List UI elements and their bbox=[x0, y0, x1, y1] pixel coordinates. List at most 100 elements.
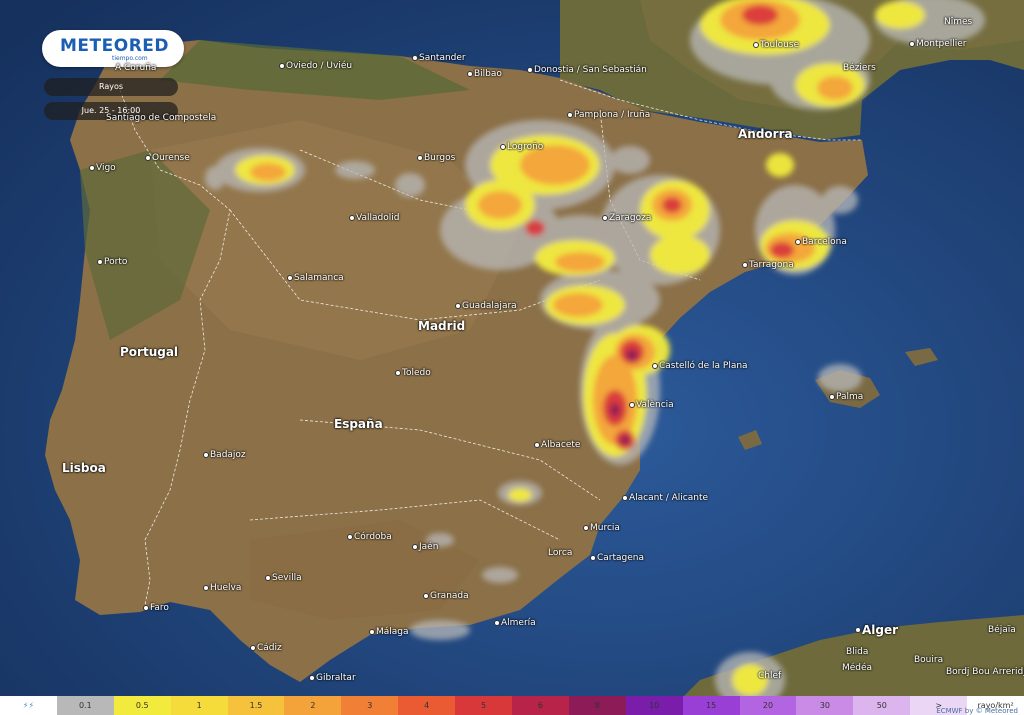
city-label[interactable]: Cartagena bbox=[597, 553, 644, 563]
city-label[interactable]: Málaga bbox=[376, 627, 409, 637]
city-label[interactable]: Oviedo / Uviéu bbox=[286, 61, 352, 71]
city-label[interactable]: Almería bbox=[501, 618, 536, 628]
city-label[interactable]: Madrid bbox=[418, 320, 465, 332]
city-marker bbox=[855, 627, 861, 633]
city-marker bbox=[250, 645, 256, 651]
city-marker bbox=[309, 675, 315, 681]
brand-name: METEORED bbox=[60, 36, 170, 56]
legend-item: 8 bbox=[568, 696, 626, 715]
city-label[interactable]: Alacant / Alicante bbox=[629, 493, 708, 503]
city-label[interactable]: Nîmes bbox=[944, 17, 972, 27]
city-marker bbox=[265, 575, 271, 581]
city-label[interactable]: Ourense bbox=[152, 153, 190, 163]
city-label[interactable]: Bordj Bou Arreridj bbox=[946, 667, 1024, 677]
legend-bar: ⚡⚡ 0.1 0.5 1 1.5 2 3 4 5 6 8 10 15 20 30 50 > rayo/km² bbox=[0, 696, 1024, 715]
city-marker bbox=[412, 544, 418, 550]
city-marker bbox=[909, 41, 915, 47]
city-label[interactable]: Bouira bbox=[914, 655, 943, 665]
meteored-logo[interactable]: METEORED tiempo.com bbox=[42, 30, 184, 67]
city-label[interactable]: Zaragoza bbox=[609, 213, 651, 223]
city-label[interactable]: Granada bbox=[430, 591, 469, 601]
city-label[interactable]: Vigo bbox=[96, 163, 116, 173]
city-label[interactable]: Santiago de Compostela bbox=[106, 113, 216, 123]
city-marker bbox=[279, 63, 285, 69]
legend-item: 10 bbox=[625, 696, 683, 715]
city-label[interactable]: Albacete bbox=[541, 440, 580, 450]
city-label[interactable]: Lorca bbox=[548, 548, 572, 558]
city-label[interactable]: Córdoba bbox=[354, 532, 392, 542]
map-credit: ECMWF by © Meteored bbox=[936, 707, 1018, 715]
layer-label[interactable]: Rayos bbox=[44, 78, 178, 96]
city-label[interactable]: Gibraltar bbox=[316, 673, 356, 683]
city-marker bbox=[602, 215, 608, 221]
city-label[interactable]: Cádiz bbox=[257, 643, 282, 653]
city-label[interactable]: Chlef bbox=[758, 671, 781, 681]
city-label[interactable]: Sevilla bbox=[272, 573, 302, 583]
city-label[interactable]: Tarragona bbox=[749, 260, 794, 270]
city-label[interactable]: Andorra bbox=[738, 128, 793, 140]
city-label[interactable]: Portugal bbox=[120, 346, 178, 358]
city-label[interactable]: Valladolid bbox=[356, 213, 399, 223]
city-marker bbox=[347, 534, 353, 540]
legend-item: 15 bbox=[682, 696, 740, 715]
city-label[interactable]: Huelva bbox=[210, 583, 241, 593]
city-marker bbox=[795, 239, 801, 245]
city-label[interactable]: Barcelona bbox=[802, 237, 847, 247]
city-marker bbox=[652, 363, 658, 369]
legend-item: 50 bbox=[853, 696, 911, 715]
city-label[interactable]: Logroño bbox=[507, 142, 543, 152]
brand-subtitle: tiempo.com bbox=[112, 55, 148, 62]
city-label[interactable]: Bilbao bbox=[474, 69, 502, 79]
city-label[interactable]: Toledo bbox=[402, 368, 431, 378]
city-label[interactable]: Salamanca bbox=[294, 273, 344, 283]
city-label[interactable]: Blida bbox=[846, 647, 868, 657]
legend-item: 30 bbox=[796, 696, 854, 715]
city-label[interactable]: Porto bbox=[104, 257, 127, 267]
legend-item: 20 bbox=[739, 696, 797, 715]
legend-item: 5 bbox=[455, 696, 513, 715]
city-label[interactable]: Lisboa bbox=[62, 462, 106, 474]
city-marker bbox=[742, 262, 748, 268]
city-label[interactable]: Béziers bbox=[843, 63, 876, 73]
city-marker bbox=[203, 452, 209, 458]
city-marker bbox=[467, 71, 473, 77]
city-label[interactable]: Badajoz bbox=[210, 450, 246, 460]
legend-item: 1 bbox=[170, 696, 228, 715]
city-label[interactable]: Alger bbox=[862, 624, 898, 636]
city-label[interactable]: Donostia / San Sebastián bbox=[534, 65, 647, 75]
city-label[interactable]: Guadalajara bbox=[462, 301, 517, 311]
city-label[interactable]: Toulouse bbox=[760, 40, 799, 50]
legend-item: 6 bbox=[512, 696, 569, 715]
city-marker bbox=[527, 67, 533, 73]
city-marker bbox=[455, 303, 461, 309]
city-marker bbox=[500, 144, 506, 150]
city-label[interactable]: Murcia bbox=[590, 523, 620, 533]
legend-item: 1.5 bbox=[227, 696, 285, 715]
city-label[interactable]: Médéa bbox=[842, 663, 872, 673]
city-label[interactable]: Faro bbox=[150, 603, 169, 613]
city-marker bbox=[567, 112, 573, 118]
city-marker bbox=[395, 370, 401, 376]
lightning-icon: ⚡⚡ bbox=[0, 696, 57, 715]
city-label[interactable]: Castelló de la Plana bbox=[659, 361, 748, 371]
city-label[interactable]: València bbox=[636, 400, 674, 410]
city-label[interactable]: Santander bbox=[419, 53, 466, 63]
city-marker bbox=[494, 620, 500, 626]
city-label[interactable]: Béjaïa bbox=[988, 625, 1016, 635]
city-marker bbox=[590, 555, 596, 561]
city-marker bbox=[622, 495, 628, 501]
city-label[interactable]: Jaén bbox=[419, 542, 438, 552]
city-label[interactable]: Montpellier bbox=[916, 39, 967, 49]
city-label[interactable]: Palma bbox=[836, 392, 863, 402]
city-marker bbox=[203, 585, 209, 591]
city-label[interactable]: A Coruña bbox=[115, 63, 156, 73]
city-label[interactable]: España bbox=[334, 418, 383, 430]
city-marker bbox=[143, 605, 149, 611]
city-marker bbox=[369, 629, 375, 635]
city-label[interactable]: Burgos bbox=[424, 153, 455, 163]
legend-item: 3 bbox=[341, 696, 399, 715]
city-label[interactable]: Pamplona / Iruña bbox=[574, 110, 650, 120]
city-marker bbox=[145, 155, 151, 161]
legend-item: 0.5 bbox=[113, 696, 171, 715]
city-marker bbox=[423, 593, 429, 599]
